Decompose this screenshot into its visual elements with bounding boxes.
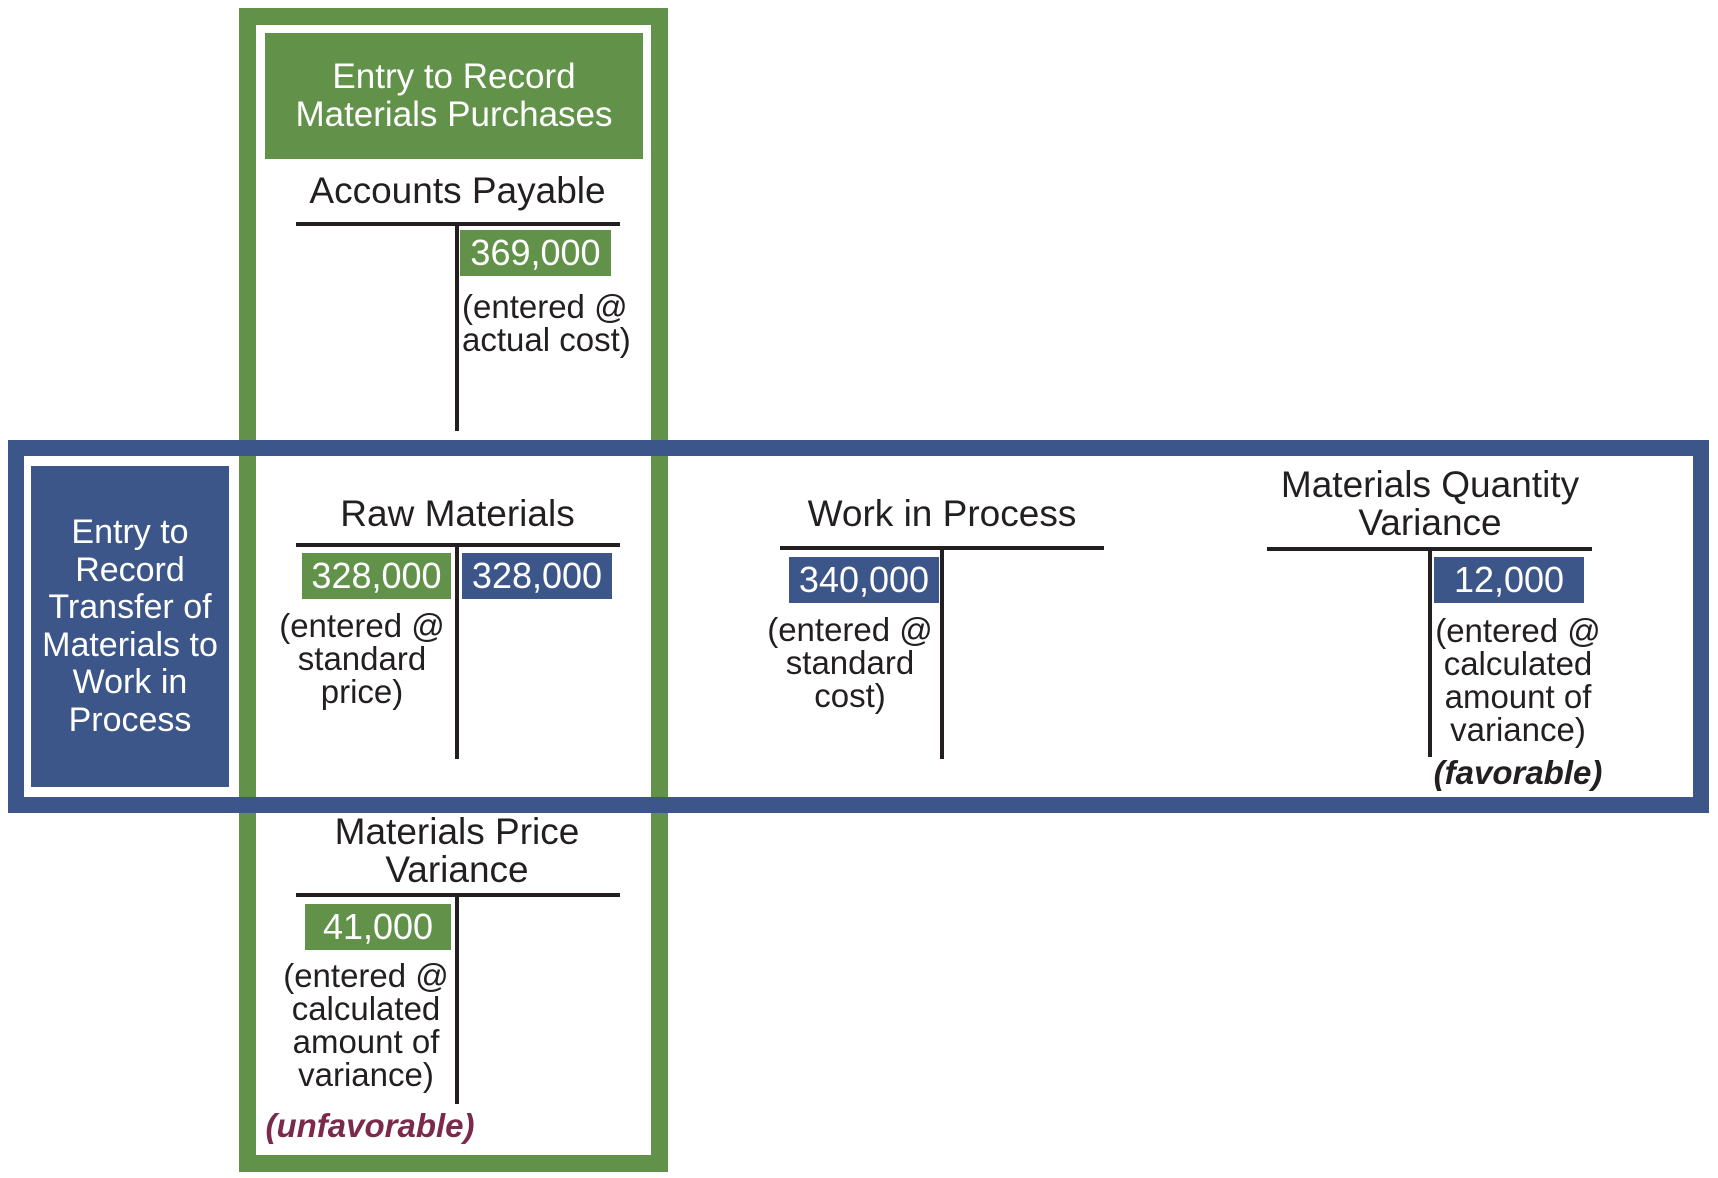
accounts-payable-title: Accounts Payable <box>309 170 606 211</box>
work-in-process-debit-amount: 340,000 <box>789 557 939 603</box>
work-in-process-note: (entered @ standard cost) <box>767 611 933 714</box>
raw-materials-credit-amount: 328,000 <box>462 553 612 599</box>
accounts-payable-t-divider <box>455 222 459 431</box>
materials-price-variance-note: (entered @ calculated amount of variance… <box>283 957 449 1093</box>
raw-materials-title: Raw Materials <box>340 493 575 534</box>
materials-quantity-variance-favorable-flag: (favorable) <box>1433 754 1603 791</box>
purchase-frame-left-segment <box>239 457 256 796</box>
purchase-entry-label-text: Entry to Record Materials Purchases <box>295 57 613 134</box>
raw-materials-debit-amount: 328,000 <box>302 553 451 599</box>
transfer-entry-label-text: Entry to Record Transfer of Materials to… <box>42 513 218 739</box>
purchase-frame-right-segment <box>651 457 668 796</box>
materials-price-variance-unfavorable-flag: (unfavorable) <box>265 1107 475 1144</box>
accounts-payable-note: (entered @ actual cost) <box>462 288 631 358</box>
materials-quantity-variance-note: (entered @ calculated amount of variance… <box>1435 612 1601 748</box>
materials-quantity-variance-credit-amount: 12,000 <box>1434 557 1584 603</box>
transfer-entry-label: Entry to Record Transfer of Materials to… <box>31 466 229 787</box>
materials-quantity-variance-title: Materials Quantity Variance <box>1280 464 1580 543</box>
raw-materials-note: (entered @ standard price) <box>279 607 445 710</box>
materials-price-variance-debit-amount: 41,000 <box>305 904 451 950</box>
purchase-entry-label: Entry to Record Materials Purchases <box>265 33 643 159</box>
work-in-process-title: Work in Process <box>807 493 1077 534</box>
accounts-payable-credit-amount: 369,000 <box>460 230 611 276</box>
materials-price-variance-title: Materials Price Variance <box>334 811 580 890</box>
